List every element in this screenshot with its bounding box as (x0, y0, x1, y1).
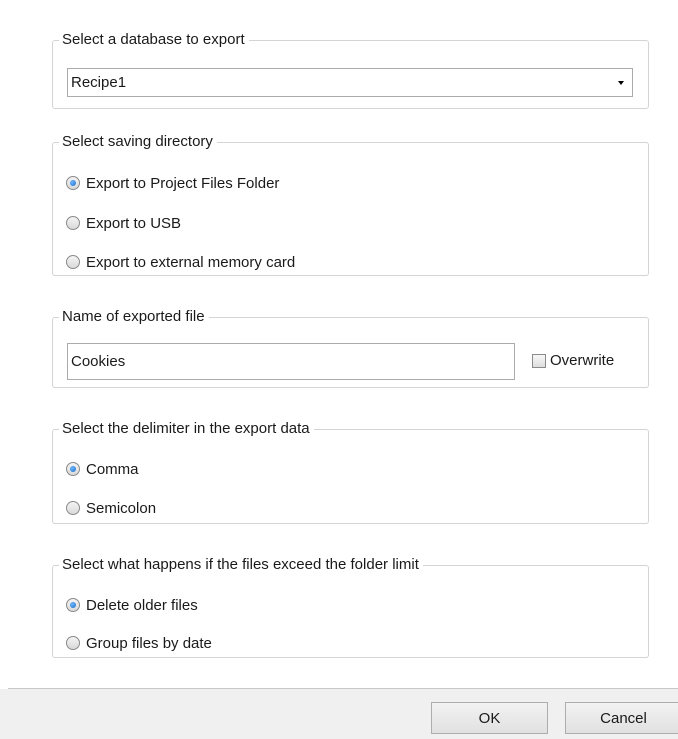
radio-button-icon[interactable] (66, 598, 80, 612)
database-group-legend: Select a database to export (62, 31, 245, 48)
export-dialog: Select a database to export Recipe1 Sele… (0, 0, 678, 739)
radio-button-icon[interactable] (66, 501, 80, 515)
radio-external-memory-card[interactable]: Export to external memory card (66, 252, 295, 272)
radio-label: Group files by date (86, 634, 212, 652)
dropdown-arrow-icon[interactable] (618, 81, 624, 85)
delimiter-group: Select the delimiter in the export data … (52, 420, 649, 524)
dialog-footer: OK Cancel (0, 689, 678, 739)
filename-input[interactable] (67, 343, 515, 380)
radio-button-icon[interactable] (66, 636, 80, 650)
ok-button[interactable]: OK (431, 702, 548, 734)
folder-limit-group: Select what happens if the files exceed … (52, 556, 649, 658)
radio-semicolon[interactable]: Semicolon (66, 498, 156, 518)
delimiter-group-legend: Select the delimiter in the export data (62, 420, 310, 437)
overwrite-checkbox[interactable]: Overwrite (532, 352, 614, 369)
radio-label: Export to external memory card (86, 253, 296, 271)
radio-label: Semicolon (86, 499, 157, 517)
radio-comma[interactable]: Comma (66, 459, 139, 479)
database-group: Select a database to export Recipe1 (52, 31, 649, 109)
directory-group-legend: Select saving directory (62, 133, 213, 150)
database-select-value: Recipe1 (71, 74, 127, 91)
cancel-button[interactable]: Cancel (565, 702, 678, 734)
filename-group-legend: Name of exported file (62, 308, 205, 325)
radio-delete-older-files[interactable]: Delete older files (66, 595, 198, 615)
filename-group: Name of exported file Overwrite (52, 308, 649, 388)
overwrite-label: Overwrite (550, 352, 615, 369)
folder-limit-group-legend: Select what happens if the files exceed … (62, 556, 419, 573)
radio-label: Export to USB (86, 214, 182, 232)
checkbox-icon[interactable] (532, 353, 546, 368)
radio-label: Delete older files (86, 596, 198, 614)
radio-label: Export to Project Files Folder (86, 174, 280, 192)
radio-button-icon[interactable] (66, 176, 80, 190)
radio-group-files-by-date[interactable]: Group files by date (66, 633, 212, 653)
radio-button-icon[interactable] (66, 462, 80, 476)
database-select[interactable]: Recipe1 (67, 68, 633, 97)
directory-group: Select saving directory Export to Projec… (52, 133, 649, 276)
radio-button-icon[interactable] (66, 255, 80, 269)
radio-button-icon[interactable] (66, 216, 80, 230)
radio-label: Comma (86, 460, 139, 478)
radio-usb[interactable]: Export to USB (66, 213, 181, 233)
radio-project-files-folder[interactable]: Export to Project Files Folder (66, 173, 279, 193)
